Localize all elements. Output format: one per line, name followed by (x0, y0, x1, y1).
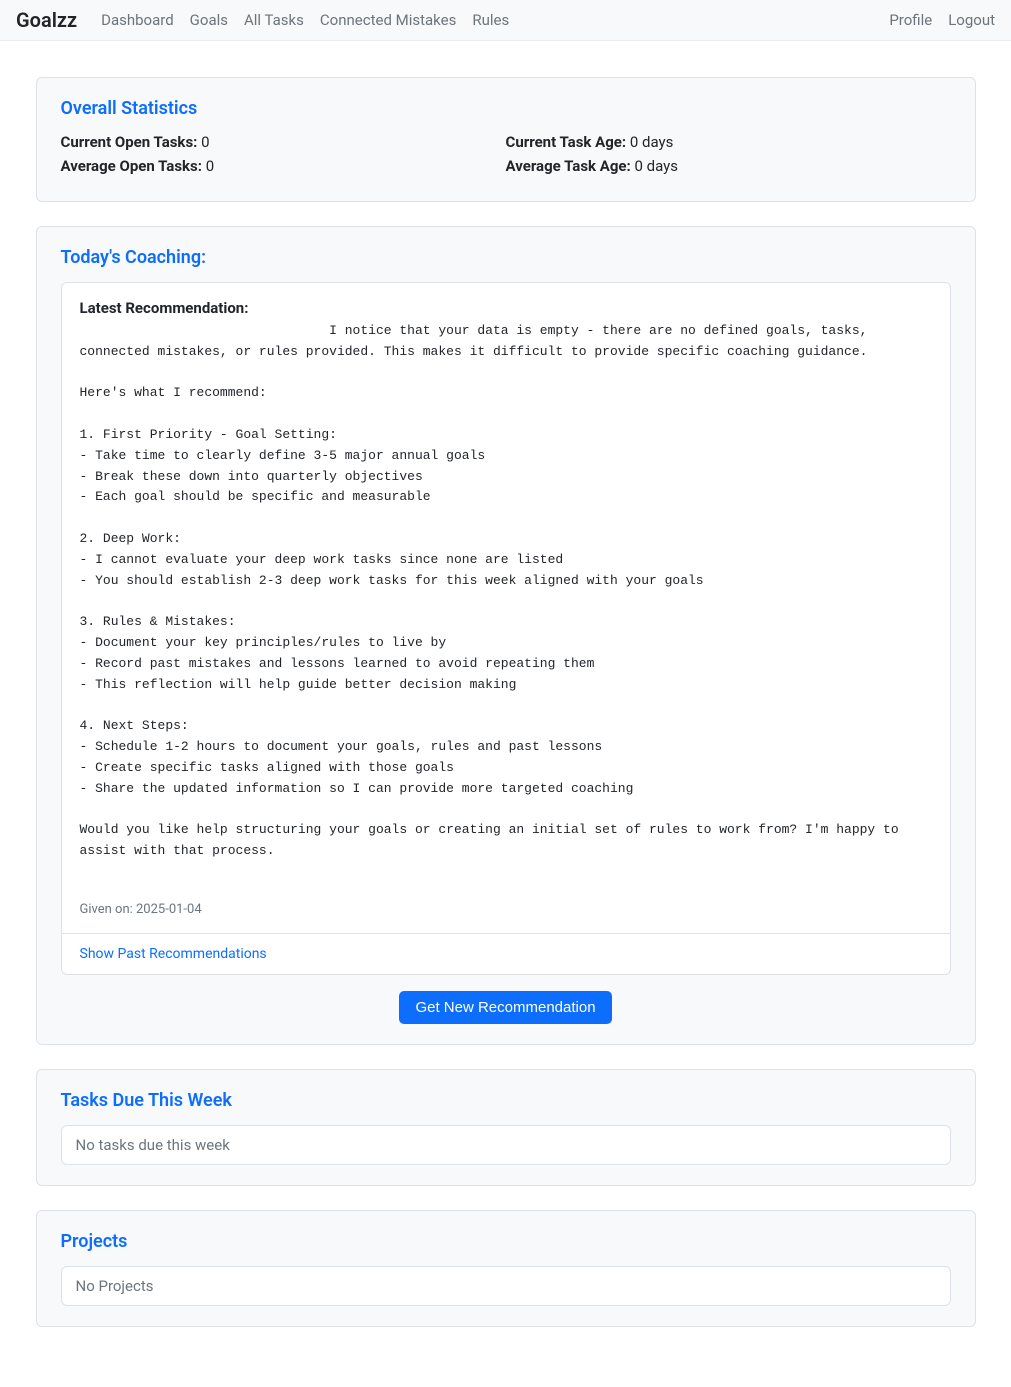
brand-link[interactable]: Goalzz (16, 8, 77, 32)
projects-empty: No Projects (61, 1266, 951, 1306)
stat-avg-open-value: 0 (202, 157, 214, 175)
coaching-card: Today's Coaching: Latest Recommendation:… (36, 226, 976, 1045)
recommendation-wrapper: Latest Recommendation: I notice that you… (61, 282, 951, 975)
nav-link-rules[interactable]: Rules (472, 11, 509, 29)
stat-current-age-value: 0 days (626, 133, 673, 151)
nav-link-all-tasks[interactable]: All Tasks (244, 11, 304, 29)
get-new-recommendation-button[interactable]: Get New Recommendation (399, 991, 611, 1024)
stat-current-open: Current Open Tasks: 0 (61, 133, 506, 151)
stat-current-open-label: Current Open Tasks: (61, 133, 198, 151)
main-container: Overall Statistics Current Open Tasks: 0… (36, 41, 976, 1387)
tasks-week-title: Tasks Due This Week (61, 1090, 951, 1111)
nav-link-dashboard[interactable]: Dashboard (101, 11, 174, 29)
stats-card: Overall Statistics Current Open Tasks: 0… (36, 77, 976, 202)
stat-avg-age-value: 0 days (631, 157, 678, 175)
nav-link-profile[interactable]: Profile (889, 11, 932, 29)
show-past-link[interactable]: Show Past Recommendations (62, 933, 950, 974)
nav-link-goals[interactable]: Goals (190, 11, 228, 29)
stat-avg-age-label: Average Task Age: (506, 157, 631, 175)
tasks-week-empty: No tasks due this week (61, 1125, 951, 1165)
projects-title: Projects (61, 1231, 951, 1252)
recommendation-date: Given on: 2025-01-04 (80, 902, 932, 917)
navbar-right: Profile Logout (889, 11, 995, 29)
coaching-title: Today's Coaching: (61, 247, 951, 268)
nav-link-connected-mistakes[interactable]: Connected Mistakes (320, 11, 456, 29)
recommendation-date-label: Given on: (80, 902, 137, 917)
navbar-left: Goalzz Dashboard Goals All Tasks Connect… (16, 8, 509, 32)
projects-card: Projects No Projects (36, 1210, 976, 1327)
stats-col-right: Current Task Age: 0 days Average Task Ag… (506, 133, 951, 181)
stats-row: Current Open Tasks: 0 Average Open Tasks… (61, 133, 951, 181)
tasks-week-card: Tasks Due This Week No tasks due this we… (36, 1069, 976, 1186)
stat-current-age: Current Task Age: 0 days (506, 133, 951, 151)
stat-avg-age: Average Task Age: 0 days (506, 157, 951, 175)
stat-current-age-label: Current Task Age: (506, 133, 627, 151)
stat-current-open-value: 0 (197, 133, 209, 151)
stat-avg-open: Average Open Tasks: 0 (61, 157, 506, 175)
recommendation-card: Latest Recommendation: I notice that you… (62, 283, 950, 933)
recommendation-body: I notice that your data is empty - there… (80, 321, 932, 862)
recommendation-heading: Latest Recommendation: (80, 299, 932, 317)
navbar: Goalzz Dashboard Goals All Tasks Connect… (0, 0, 1011, 41)
recommendation-button-row: Get New Recommendation (61, 991, 951, 1024)
stats-col-left: Current Open Tasks: 0 Average Open Tasks… (61, 133, 506, 181)
nav-link-logout[interactable]: Logout (948, 11, 995, 29)
recommendation-date-value: 2025-01-04 (136, 902, 202, 917)
stats-title: Overall Statistics (61, 98, 951, 119)
stat-avg-open-label: Average Open Tasks: (61, 157, 202, 175)
